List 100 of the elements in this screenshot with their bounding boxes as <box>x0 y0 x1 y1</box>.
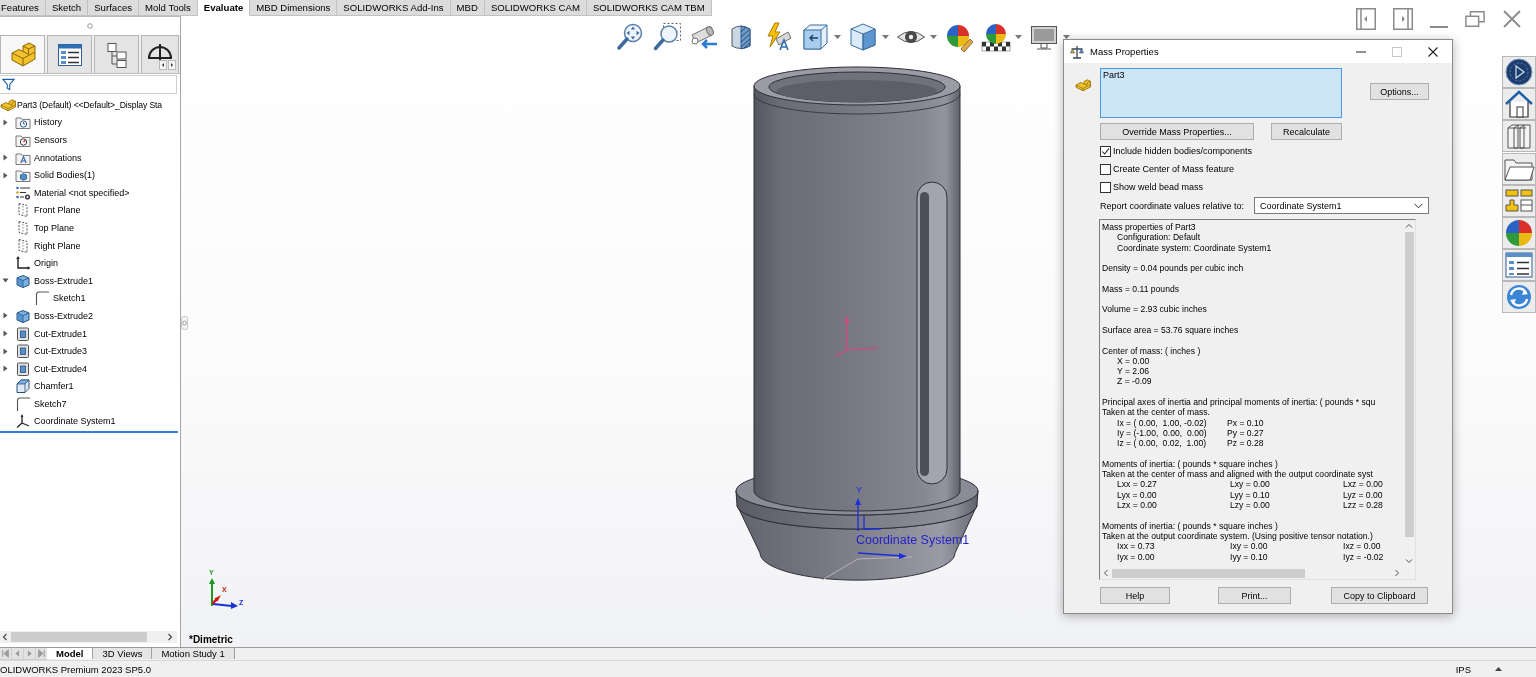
tree-item[interactable]: History <box>15 114 64 131</box>
tree-item[interactable]: Annotations <box>15 149 84 166</box>
tree-item[interactable]: Front Plane <box>15 202 83 219</box>
tree-item[interactable]: Solid Bodies(1) <box>15 167 98 184</box>
caret-icon[interactable] <box>1015 35 1022 39</box>
books-icon[interactable] <box>1502 120 1536 153</box>
scrollbar-thumb[interactable] <box>11 632 147 642</box>
document-tab[interactable]: 3D Views <box>93 648 153 659</box>
expand-arrow-icon[interactable] <box>2 171 9 179</box>
options-button[interactable]: Options... <box>1370 83 1429 100</box>
tree-item[interactable]: Chamfer1 <box>15 378 76 395</box>
panel-tab[interactable] <box>47 35 92 73</box>
axis-label: Y <box>856 485 862 495</box>
collapse-arrow-icon[interactable] <box>2 277 9 285</box>
tree-item[interactable]: Top Plane <box>15 219 77 236</box>
ribbon-tab[interactable]: SOLIDWORKS CAM TBM <box>586 0 712 16</box>
cut-block-icon <box>15 360 31 377</box>
magnifier-box-icon[interactable] <box>652 22 682 52</box>
grip-dot-icon[interactable] <box>87 23 93 29</box>
cut-block-icon <box>15 325 31 342</box>
tree-item[interactable]: Cut-Extrude3 <box>15 343 90 360</box>
dialog-button[interactable]: Print... <box>1218 587 1291 604</box>
list-gear-icon <box>15 184 31 201</box>
tree-item[interactable]: Boss-Extrude1 <box>15 272 96 289</box>
scrollbar-thumb[interactable] <box>1404 232 1414 537</box>
refresh-arrows-icon[interactable] <box>1502 281 1536 314</box>
chevron-right-icon[interactable] <box>166 633 174 641</box>
expand-arrow-icon[interactable] <box>2 347 9 355</box>
tree-item[interactable]: Origin <box>15 255 60 272</box>
tree-item[interactable]: Coordinate System1 <box>15 413 118 430</box>
tree-item[interactable]: Right Plane <box>15 237 83 254</box>
chevron-left-icon[interactable] <box>1102 569 1110 577</box>
checkbox[interactable] <box>1100 145 1111 157</box>
expand-arrow-icon[interactable] <box>2 365 9 373</box>
play-disc-icon[interactable] <box>1502 56 1536 88</box>
selection-box[interactable]: Part3 <box>1100 68 1342 118</box>
expand-arrow-icon[interactable] <box>2 312 9 320</box>
report-line: Mass = 0.11 pounds <box>1102 283 1180 295</box>
report-value: Pz = 0.28 <box>1227 438 1265 449</box>
dialog-button[interactable]: Help <box>1100 587 1170 604</box>
chevron-left-icon[interactable] <box>1 633 9 641</box>
list-icon[interactable] <box>1502 249 1536 282</box>
ribbon-tab[interactable]: Mold Tools <box>139 0 198 16</box>
scrollbar-thumb[interactable] <box>1112 568 1305 578</box>
ribbon-tab[interactable]: Surfaces <box>88 0 140 16</box>
caret-icon[interactable] <box>930 35 937 39</box>
tree-item[interactable]: Sensors <box>15 132 70 148</box>
filter-field[interactable] <box>0 75 177 94</box>
horizontal-scrollbar[interactable] <box>0 631 177 643</box>
window-left-pane-icon[interactable] <box>1356 8 1376 30</box>
house-icon[interactable] <box>1502 88 1536 121</box>
ribbon-tab[interactable]: Features <box>0 0 46 16</box>
rollback-bar[interactable] <box>0 431 178 434</box>
coordinate-system-dropdown[interactable]: Coordinate System1 <box>1254 197 1429 214</box>
list-item[interactable]: Part3 <box>1103 70 1125 80</box>
units-label[interactable]: IPS <box>1455 663 1471 675</box>
recalculate-button[interactable]: Recalculate <box>1271 123 1342 140</box>
ribbon-tab[interactable]: SOLIDWORKS Add-Ins <box>337 0 451 16</box>
chevron-up-icon[interactable] <box>1405 222 1413 230</box>
document-tab[interactable]: Model <box>47 648 94 659</box>
window-right-pane-icon[interactable] <box>1393 8 1413 30</box>
shaded-cube-icon[interactable] <box>848 22 878 52</box>
arrow-left-icon[interactable] <box>159 60 167 70</box>
magnifier-arrows-icon[interactable] <box>615 22 645 52</box>
tree-item[interactable]: Sketch1 <box>34 290 88 307</box>
tree-item[interactable]: Cut-Extrude4 <box>15 360 90 377</box>
ribbon-tab[interactable]: SOLIDWORKS CAM <box>484 0 587 16</box>
folder-icon[interactable] <box>1502 152 1536 185</box>
report-value: Px = 0.10 <box>1227 417 1265 428</box>
cube-arrow-icon[interactable] <box>800 22 830 52</box>
color-sphere-pencil-icon[interactable] <box>944 22 974 52</box>
dialog-button[interactable]: Copy to Clipboard <box>1331 587 1428 604</box>
document-tab[interactable]: Motion Study 1 <box>152 648 235 659</box>
expand-arrow-icon[interactable] <box>2 118 9 126</box>
plane-icon <box>15 202 31 219</box>
arrow-right-icon[interactable] <box>168 60 176 70</box>
sphere-checker-icon[interactable] <box>981 22 1011 52</box>
override-button[interactable]: Override Mass Properties... <box>1100 123 1254 140</box>
chevron-down-icon[interactable] <box>1405 557 1413 565</box>
blocks-icon[interactable] <box>1502 184 1536 217</box>
ribbon-tab[interactable]: MBD Dimensions <box>250 0 338 16</box>
tree-item[interactable]: Cut-Extrude1 <box>15 325 90 342</box>
expand-arrow-icon[interactable] <box>2 154 9 162</box>
tree-item[interactable]: Boss-Extrude2 <box>15 307 96 324</box>
checkbox[interactable] <box>1100 163 1111 175</box>
checkbox-label: Create Center of Mass feature <box>1113 164 1235 174</box>
cube-icon <box>15 307 31 324</box>
tree-item[interactable]: Sketch7 <box>15 395 69 412</box>
restore-icon[interactable] <box>1465 10 1485 28</box>
caret-up-icon[interactable] <box>1495 667 1502 671</box>
tree-item[interactable]: Part3 (Default) <<Default>_Display Sta <box>0 96 164 113</box>
caret-icon[interactable] <box>882 35 889 39</box>
checkbox[interactable] <box>1100 181 1111 193</box>
caret-icon[interactable] <box>834 35 841 39</box>
tree-item[interactable]: Material <not specified> <box>15 184 132 201</box>
expand-arrow-icon[interactable] <box>2 330 9 337</box>
close-icon[interactable] <box>1428 46 1438 57</box>
chevron-right-icon[interactable] <box>1393 569 1401 577</box>
ribbon-tab[interactable]: MBD <box>450 0 485 16</box>
ribbon-tab[interactable]: Sketch <box>45 0 89 16</box>
